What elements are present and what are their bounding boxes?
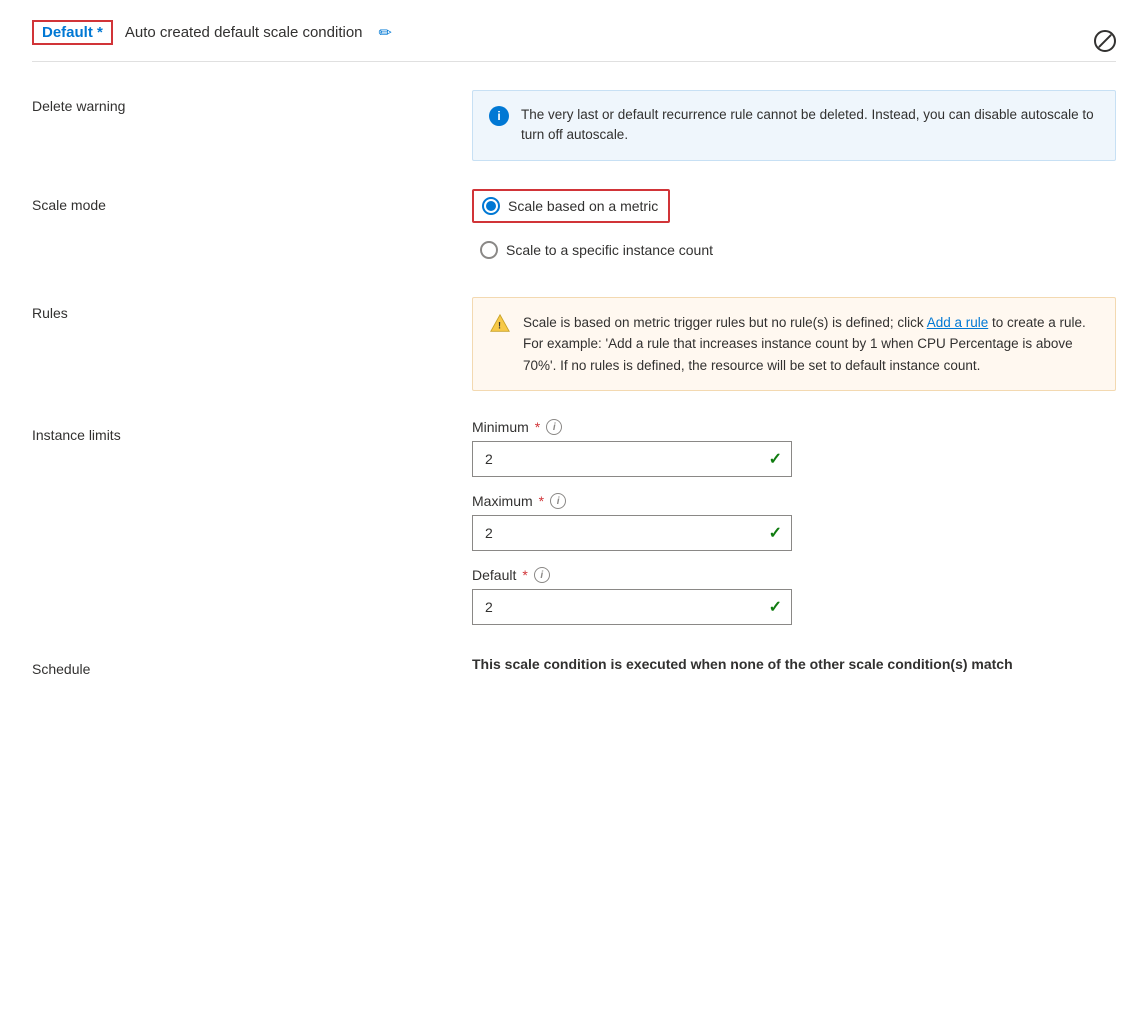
instance-limits-label: Instance limits (32, 419, 472, 443)
scale-mode-content: Scale based on a metric Scale to a speci… (472, 189, 1116, 265)
scale-instance-radio[interactable] (480, 241, 498, 259)
instance-limits-group: Minimum * i ✓ Maximum * i (472, 419, 1116, 625)
scale-mode-row: Scale mode Scale based on a metric Scale… (32, 189, 1116, 269)
minimum-info-icon[interactable]: i (546, 419, 562, 435)
rules-label: Rules (32, 297, 472, 321)
delete-warning-text: The very last or default recurrence rule… (521, 105, 1099, 146)
instance-limits-content: Minimum * i ✓ Maximum * i (472, 419, 1116, 625)
delete-warning-row: Delete warning i The very last or defaul… (32, 90, 1116, 161)
schedule-row: Schedule This scale condition is execute… (32, 653, 1116, 677)
info-icon: i (489, 106, 509, 126)
header-row: Default * Auto created default scale con… (32, 20, 1116, 62)
scale-instance-wrapper[interactable]: Scale to a specific instance count (472, 235, 723, 265)
minimum-label-row: Minimum * i (472, 419, 1116, 435)
default-badge: Default * (32, 20, 113, 45)
default-limit-required: * (522, 567, 527, 583)
delete-warning-label: Delete warning (32, 90, 472, 114)
default-limit-info-icon[interactable]: i (534, 567, 550, 583)
svg-text:!: ! (498, 320, 501, 330)
schedule-text: This scale condition is executed when no… (472, 653, 1116, 675)
default-limit-label-row: Default * i (472, 567, 1116, 583)
scale-metric-option[interactable]: Scale based on a metric (472, 189, 1116, 223)
scale-mode-label: Scale mode (32, 189, 472, 213)
rules-warning-text: Scale is based on metric trigger rules b… (523, 312, 1099, 377)
minimum-required: * (535, 419, 540, 435)
delete-warning-info-box: i The very last or default recurrence ru… (472, 90, 1116, 161)
maximum-checkmark: ✓ (769, 523, 782, 543)
disable-icon[interactable] (1094, 30, 1116, 52)
maximum-required: * (539, 493, 544, 509)
default-limit-label: Default (472, 567, 516, 583)
header-title: Auto created default scale condition (125, 24, 363, 41)
page-container: Default * Auto created default scale con… (0, 0, 1148, 1009)
schedule-content: This scale condition is executed when no… (472, 653, 1116, 675)
minimum-input-wrapper: ✓ (472, 441, 792, 477)
edit-icon[interactable]: ✏ (379, 23, 392, 43)
rules-warning-box: ! Scale is based on metric trigger rules… (472, 297, 1116, 392)
rules-content: ! Scale is based on metric trigger rules… (472, 297, 1116, 392)
scale-metric-label: Scale based on a metric (508, 198, 658, 214)
rules-row: Rules ! Scale is based on metric trigger… (32, 297, 1116, 392)
add-rule-link[interactable]: Add a rule (927, 315, 989, 330)
maximum-label: Maximum (472, 493, 533, 509)
minimum-checkmark: ✓ (769, 449, 782, 469)
schedule-label: Schedule (32, 653, 472, 677)
minimum-input[interactable] (472, 441, 792, 477)
delete-warning-content: i The very last or default recurrence ru… (472, 90, 1116, 161)
scale-instance-option[interactable]: Scale to a specific instance count (472, 235, 1116, 265)
default-checkmark: ✓ (769, 597, 782, 617)
scale-metric-wrapper[interactable]: Scale based on a metric (472, 189, 670, 223)
default-input[interactable] (472, 589, 792, 625)
maximum-input[interactable] (472, 515, 792, 551)
default-input-wrapper: ✓ (472, 589, 792, 625)
maximum-input-wrapper: ✓ (472, 515, 792, 551)
scale-instance-label: Scale to a specific instance count (506, 242, 713, 258)
default-field: Default * i ✓ (472, 567, 1116, 625)
scale-metric-radio[interactable] (482, 197, 500, 215)
maximum-field: Maximum * i ✓ (472, 493, 1116, 551)
warning-triangle-icon: ! (489, 313, 511, 335)
maximum-info-icon[interactable]: i (550, 493, 566, 509)
maximum-label-row: Maximum * i (472, 493, 1116, 509)
minimum-label: Minimum (472, 419, 529, 435)
rules-text-before-link: Scale is based on metric trigger rules b… (523, 315, 927, 330)
minimum-field: Minimum * i ✓ (472, 419, 1116, 477)
instance-limits-row: Instance limits Minimum * i ✓ (32, 419, 1116, 625)
